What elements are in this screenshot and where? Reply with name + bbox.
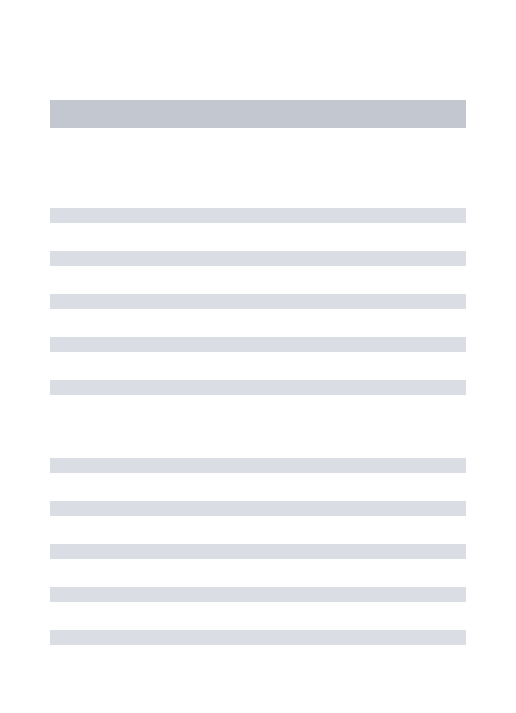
text-line-placeholder bbox=[50, 208, 466, 223]
text-line-placeholder bbox=[50, 544, 466, 559]
text-line-placeholder bbox=[50, 380, 466, 395]
paragraph-group bbox=[50, 458, 466, 645]
text-line-placeholder bbox=[50, 630, 466, 645]
paragraph-group bbox=[50, 208, 466, 395]
text-line-placeholder bbox=[50, 587, 466, 602]
paragraph-gap bbox=[50, 423, 466, 458]
text-line-placeholder bbox=[50, 294, 466, 309]
text-line-placeholder bbox=[50, 501, 466, 516]
title-placeholder bbox=[50, 100, 466, 128]
text-line-placeholder bbox=[50, 337, 466, 352]
text-line-placeholder bbox=[50, 458, 466, 473]
text-line-placeholder bbox=[50, 251, 466, 266]
